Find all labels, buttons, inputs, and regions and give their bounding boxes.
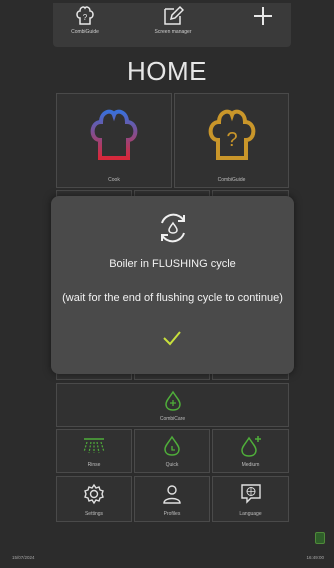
dialog-message: (wait for the end of flushing cycle to c… — [62, 292, 283, 304]
quick-label: Quick — [165, 462, 179, 468]
flushing-cycle-icon — [161, 213, 185, 243]
language-label: Language — [239, 511, 262, 517]
screen-manager-button[interactable]: Screen manager — [143, 5, 203, 45]
confirm-check-icon[interactable] — [162, 330, 182, 346]
quick-tile[interactable]: Quick — [134, 429, 210, 473]
svg-text:?: ? — [226, 129, 237, 151]
medium-label: Medium — [241, 462, 260, 468]
combiguide-tile[interactable]: ? CombiGuide — [174, 93, 289, 188]
gear-icon — [84, 483, 104, 505]
combicare-tile[interactable]: CombiCare — [56, 383, 289, 427]
plus-icon — [254, 7, 272, 25]
language-globe-icon — [240, 484, 261, 504]
combicare-drop-icon — [164, 390, 181, 411]
edit-icon — [164, 5, 184, 25]
settings-label: Settings — [84, 511, 104, 517]
combiguide-label: CombiGuide — [217, 177, 246, 183]
page-title: HOME — [127, 56, 207, 86]
combiguide-toolbar-button[interactable]: ? CombiGuide — [55, 5, 115, 45]
cook-tile[interactable]: Cook — [56, 93, 172, 188]
profiles-label: Profiles — [163, 511, 181, 517]
rinse-label: Rinse — [87, 462, 101, 468]
screen-manager-label: Screen manager — [154, 29, 192, 35]
home-status-icon[interactable] — [315, 532, 325, 544]
flushing-dialog: Boiler in FLUSHING cycle (wait for the e… — [51, 196, 294, 374]
svg-text:?: ? — [83, 13, 88, 22]
chef-hat-question-icon: ? — [208, 109, 255, 160]
footer-time: 16:49:00 — [306, 555, 324, 560]
home-screen: ? CombiGuide Screen manager HOME Cook ? … — [0, 0, 334, 568]
medium-tile[interactable]: Medium — [212, 429, 289, 473]
add-button[interactable] — [233, 5, 293, 45]
profiles-tile[interactable]: Profiles — [134, 476, 210, 522]
settings-tile[interactable]: Settings — [56, 476, 132, 522]
chef-hat-icon — [90, 109, 138, 160]
combicare-label: CombiCare — [159, 416, 186, 422]
rinse-tile[interactable]: Rinse — [56, 429, 132, 473]
drop-clock-icon — [164, 435, 180, 456]
dialog-title: Boiler in FLUSHING cycle — [109, 258, 236, 270]
shower-icon — [83, 438, 105, 454]
drop-plus-icon — [240, 436, 261, 457]
chef-hat-question-icon: ? — [76, 6, 94, 25]
cook-label: Cook — [108, 177, 120, 183]
footer-date: 15/07/2024 — [12, 555, 35, 560]
language-tile[interactable]: Language — [212, 476, 289, 522]
top-toolbar: ? CombiGuide Screen manager — [53, 3, 291, 47]
user-icon — [163, 485, 181, 504]
combiguide-toolbar-label: CombiGuide — [71, 29, 99, 35]
